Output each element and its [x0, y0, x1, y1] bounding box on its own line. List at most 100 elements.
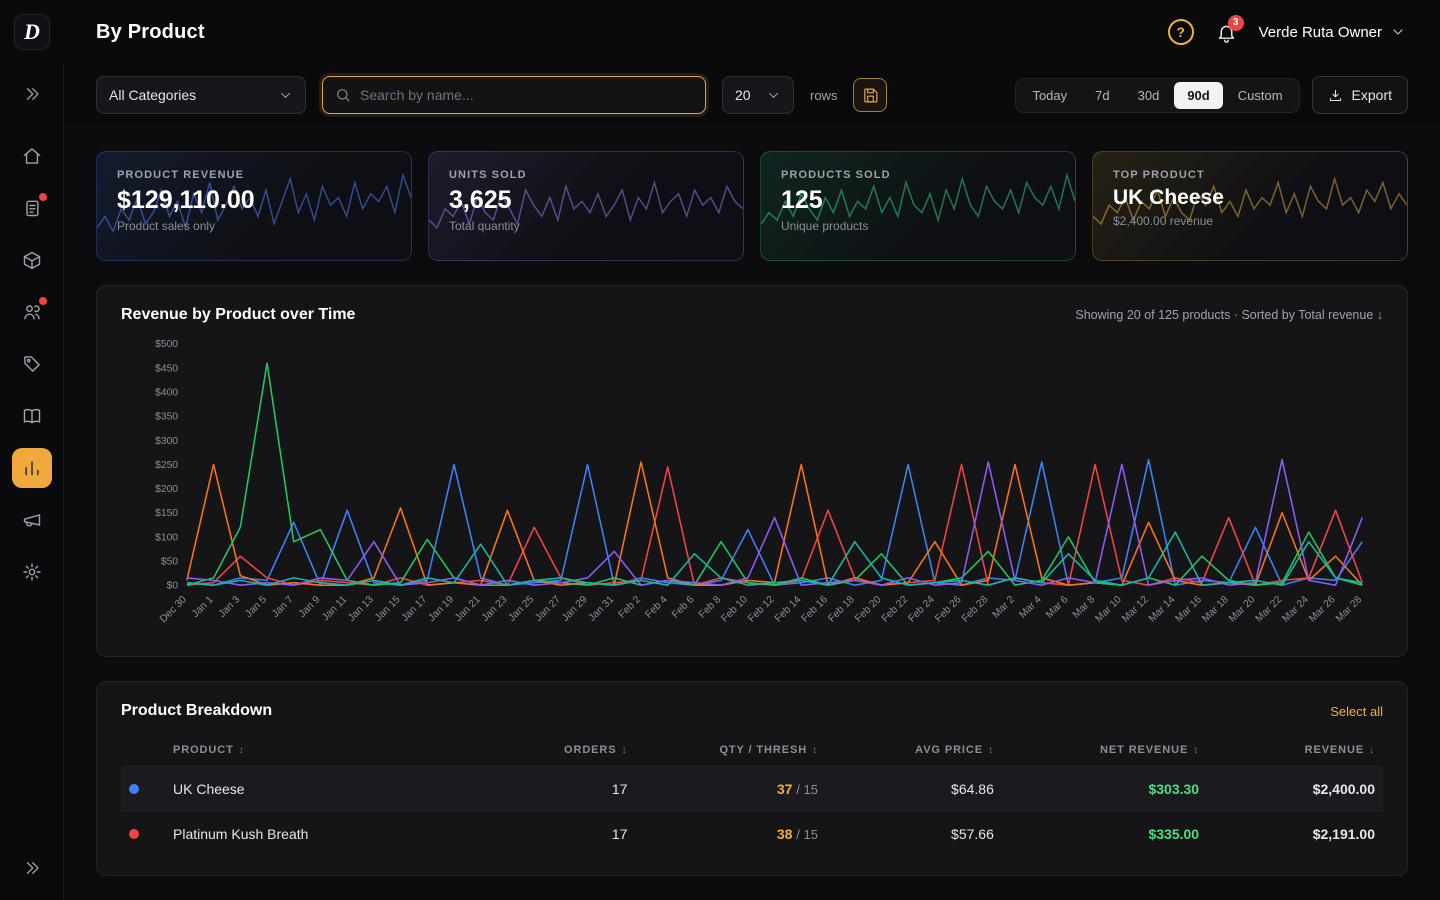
- export-label: Export: [1352, 87, 1392, 103]
- range-group: Today7d30d90dCustom: [1015, 78, 1299, 113]
- svg-text:Mar 10: Mar 10: [1094, 594, 1125, 625]
- cell-orders: 17: [495, 826, 627, 842]
- svg-text:Jan 19: Jan 19: [426, 594, 456, 624]
- chart-meta: Showing 20 of 125 products · Sorted by T…: [1075, 308, 1383, 322]
- export-button[interactable]: Export: [1312, 76, 1408, 114]
- range-button-30d[interactable]: 30d: [1125, 82, 1173, 109]
- column-label: NET REVENUE: [1100, 744, 1188, 756]
- rows-select[interactable]: 20: [722, 76, 794, 114]
- stat-value: 125: [781, 186, 1055, 215]
- chevron-down-icon: [1390, 24, 1406, 40]
- cell-avg-price: $57.66: [818, 826, 994, 842]
- select-all-button[interactable]: Select all: [1330, 704, 1383, 719]
- revenue-line-chart[interactable]: $0$50$100$150$200$250$300$350$400$450$50…: [121, 334, 1383, 646]
- filter-toolbar: All Categories 20 rows Today7d30d90dCust…: [64, 64, 1440, 127]
- svg-text:$0: $0: [167, 581, 179, 592]
- cell-dot: [129, 826, 173, 842]
- stat-label: PRODUCTS SOLD: [781, 169, 1055, 181]
- sidebar-item-home[interactable]: [12, 136, 52, 176]
- dashboard-content: PRODUCT REVENUE $129,110.00 Product sale…: [64, 127, 1440, 900]
- sidebar-item-marketing[interactable]: [12, 500, 52, 540]
- sidebar-item-customers[interactable]: [12, 292, 52, 332]
- sidebar-nav: [12, 136, 52, 592]
- notifications-button[interactable]: 3: [1216, 22, 1237, 43]
- svg-text:$300: $300: [155, 436, 178, 447]
- svg-text:Feb 22: Feb 22: [880, 594, 911, 625]
- svg-text:$200: $200: [155, 484, 178, 495]
- range-button-90d[interactable]: 90d: [1174, 82, 1222, 109]
- svg-text:Feb 6: Feb 6: [670, 594, 697, 621]
- svg-text:$250: $250: [155, 460, 178, 471]
- qty-value: 38: [777, 826, 793, 842]
- sidebar-item-orders[interactable]: [12, 188, 52, 228]
- revenue-chart-card: Revenue by Product over Time Showing 20 …: [96, 285, 1408, 657]
- sidebar-expand-button[interactable]: [12, 74, 52, 114]
- column-header-orders[interactable]: ORDERS↕: [495, 744, 627, 756]
- svg-text:Mar 4: Mar 4: [1017, 594, 1044, 621]
- svg-text:Feb 2: Feb 2: [617, 594, 644, 621]
- svg-text:Feb 26: Feb 26: [933, 594, 964, 625]
- column-header-avg-price[interactable]: AVG PRICE↕: [818, 744, 994, 756]
- sort-indicator-icon: ↓: [1369, 745, 1375, 756]
- table-title: Product Breakdown: [121, 702, 272, 720]
- megaphone-icon: [22, 510, 42, 530]
- stat-card: PRODUCTS SOLD 125 Unique products: [760, 151, 1076, 261]
- sidebar-item-products[interactable]: [12, 240, 52, 280]
- stat-value: 3,625: [449, 186, 723, 215]
- column-header-product[interactable]: PRODUCT↕: [173, 744, 495, 756]
- cell-net-revenue: $303.30: [994, 781, 1199, 797]
- stat-value: UK Cheese: [1113, 186, 1387, 210]
- search-box: [322, 76, 706, 114]
- app-root: D By Product ? 3 Verde Ruta Owner: [0, 0, 1440, 900]
- qty-value: 37: [777, 781, 793, 797]
- rows-select-value: 20: [735, 87, 751, 103]
- range-button-today[interactable]: Today: [1019, 82, 1080, 109]
- search-input[interactable]: [360, 87, 693, 103]
- sidebar-item-analytics[interactable]: [12, 448, 52, 488]
- svg-text:Jan 15: Jan 15: [373, 594, 403, 624]
- svg-text:Jan 31: Jan 31: [587, 594, 617, 624]
- save-view-button[interactable]: [853, 78, 887, 112]
- stat-label: PRODUCT REVENUE: [117, 169, 391, 181]
- table-body: UK Cheese1737 / 15$64.86$303.30$2,400.00…: [121, 766, 1383, 856]
- table-row[interactable]: Platinum Kush Breath1738 / 15$57.66$335.…: [121, 811, 1383, 856]
- svg-text:Feb 10: Feb 10: [720, 594, 751, 625]
- svg-text:$50: $50: [161, 556, 178, 567]
- column-label: ORDERS: [564, 744, 616, 756]
- save-icon: [862, 87, 879, 104]
- cell-revenue: $2,400.00: [1199, 781, 1375, 797]
- table-header-row: PRODUCT↕ORDERS↕QTY / THRESH↕AVG PRICE↕NE…: [121, 734, 1383, 766]
- sidebar-collapse-button[interactable]: [12, 848, 52, 888]
- range-button-custom[interactable]: Custom: [1225, 82, 1296, 109]
- gear-icon: [22, 562, 42, 582]
- column-header-qty-thresh[interactable]: QTY / THRESH↕: [627, 744, 818, 756]
- stat-subtitle: Total quantity: [449, 219, 723, 233]
- help-button[interactable]: ?: [1168, 19, 1194, 45]
- svg-text:Jan 23: Jan 23: [480, 594, 510, 624]
- table-row[interactable]: UK Cheese1737 / 15$64.86$303.30$2,400.00: [121, 766, 1383, 811]
- category-select[interactable]: All Categories: [96, 76, 306, 114]
- svg-text:Jan 17: Jan 17: [400, 594, 430, 624]
- column-header-revenue[interactable]: REVENUE↓: [1199, 744, 1375, 756]
- svg-text:Feb 16: Feb 16: [800, 594, 831, 625]
- cell-dot: [129, 781, 173, 797]
- thresh-value: / 15: [796, 782, 818, 797]
- stat-subtitle: $2,400.00 revenue: [1113, 214, 1387, 228]
- column-header-net-revenue[interactable]: NET REVENUE↕: [994, 744, 1199, 756]
- rows-label: rows: [810, 88, 837, 103]
- range-button-7d[interactable]: 7d: [1082, 82, 1122, 109]
- svg-text:Jan 3: Jan 3: [217, 594, 243, 620]
- sidebar-item-library[interactable]: [12, 396, 52, 436]
- user-menu[interactable]: Verde Ruta Owner: [1259, 24, 1406, 41]
- stat-value: $129,110.00: [117, 186, 391, 215]
- page-title: By Product: [96, 21, 205, 44]
- download-icon: [1328, 88, 1343, 103]
- svg-text:Jan 25: Jan 25: [507, 594, 537, 624]
- bar-chart-icon: [22, 458, 42, 478]
- sidebar-item-tags[interactable]: [12, 344, 52, 384]
- app-logo[interactable]: D: [14, 14, 50, 50]
- svg-text:Mar 20: Mar 20: [1227, 594, 1258, 625]
- product-color-dot[interactable]: [129, 784, 139, 794]
- product-color-dot[interactable]: [129, 829, 139, 839]
- sidebar-item-settings[interactable]: [12, 552, 52, 592]
